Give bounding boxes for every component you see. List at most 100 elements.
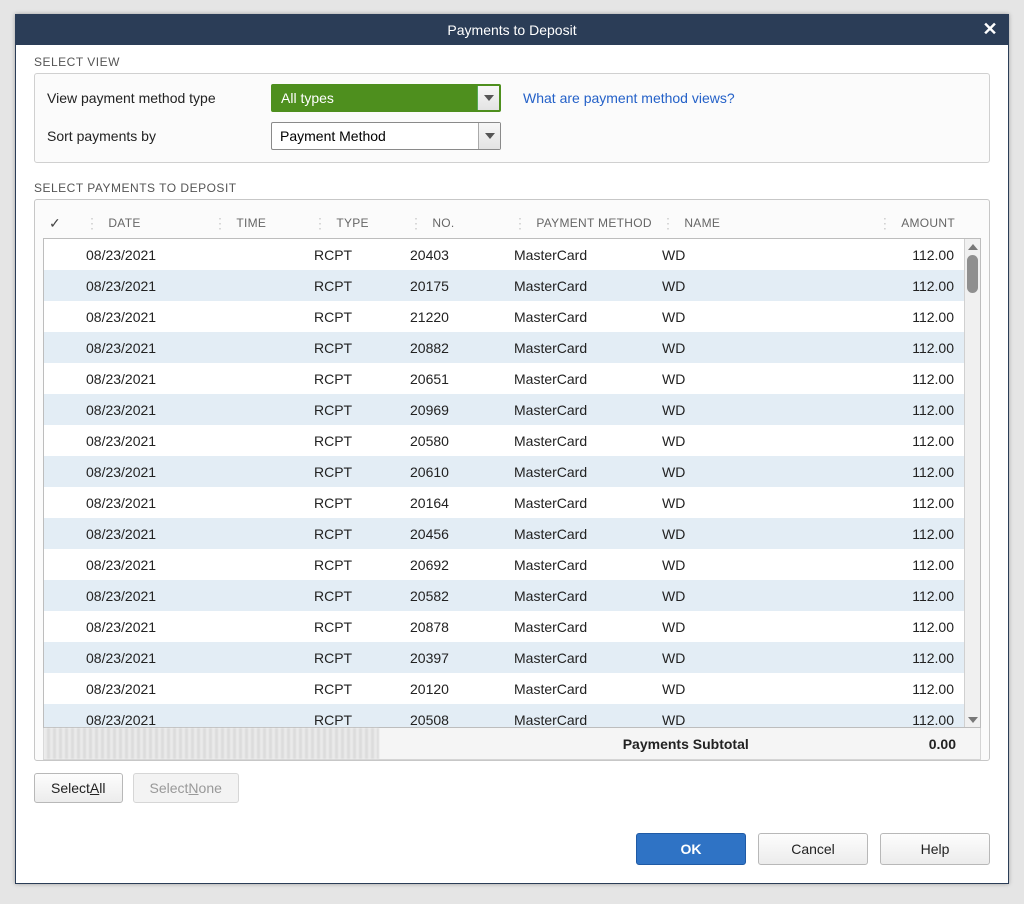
col-time[interactable]: ⋮TIME	[213, 215, 313, 232]
row-payment-method: MasterCard	[514, 309, 662, 325]
scroll-thumb[interactable]	[967, 255, 978, 293]
table-row[interactable]: 08/23/2021RCPT20878MasterCardWD112.00	[44, 611, 980, 642]
view-method-row: View payment method type All types What …	[47, 84, 977, 112]
row-no: 20456	[410, 526, 514, 542]
row-amount: 112.00	[836, 464, 964, 480]
table-row[interactable]: 08/23/2021RCPT20456MasterCardWD112.00	[44, 518, 980, 549]
col-date[interactable]: ⋮DATE	[85, 215, 213, 232]
table-row[interactable]: 08/23/2021RCPT20580MasterCardWD112.00	[44, 425, 980, 456]
row-type: RCPT	[314, 464, 410, 480]
payments-table-body[interactable]: 08/23/2021RCPT20403MasterCardWD112.0008/…	[44, 239, 980, 727]
row-amount: 112.00	[836, 650, 964, 666]
payments-section: SELECT PAYMENTS TO DEPOSIT ✓ ⋮DATE ⋮TIME…	[34, 181, 990, 819]
row-no: 20580	[410, 433, 514, 449]
chevron-up-icon	[968, 244, 978, 250]
sort-row: Sort payments by Payment Method	[47, 122, 977, 150]
table-row[interactable]: 08/23/2021RCPT20610MasterCardWD112.00	[44, 456, 980, 487]
select-all-button[interactable]: Select All	[34, 773, 123, 803]
row-name: WD	[662, 712, 836, 728]
col-payment-method[interactable]: ⋮PAYMENT METHOD	[513, 215, 661, 232]
row-payment-method: MasterCard	[514, 526, 662, 542]
view-method-dropdown[interactable]: All types	[271, 84, 501, 112]
row-name: WD	[662, 278, 836, 294]
dialog-content: SELECT VIEW View payment method type All…	[16, 45, 1008, 819]
ok-button[interactable]: OK	[636, 833, 746, 865]
row-date: 08/23/2021	[86, 526, 214, 542]
row-name: WD	[662, 650, 836, 666]
col-name[interactable]: ⋮NAME	[661, 215, 835, 232]
row-payment-method: MasterCard	[514, 247, 662, 263]
table-row[interactable]: 08/23/2021RCPT20175MasterCardWD112.00	[44, 270, 980, 301]
row-payment-method: MasterCard	[514, 402, 662, 418]
table-row[interactable]: 08/23/2021RCPT20403MasterCardWD112.00	[44, 239, 980, 270]
select-payments-label: SELECT PAYMENTS TO DEPOSIT	[34, 181, 990, 195]
row-type: RCPT	[314, 278, 410, 294]
row-name: WD	[662, 309, 836, 325]
help-button[interactable]: Help	[880, 833, 990, 865]
table-row[interactable]: 08/23/2021RCPT21220MasterCardWD112.00	[44, 301, 980, 332]
scroll-down-button[interactable]	[965, 712, 980, 727]
row-type: RCPT	[314, 309, 410, 325]
payment-method-views-link[interactable]: What are payment method views?	[523, 90, 735, 106]
row-date: 08/23/2021	[86, 402, 214, 418]
row-type: RCPT	[314, 402, 410, 418]
row-payment-method: MasterCard	[514, 681, 662, 697]
row-no: 20164	[410, 495, 514, 511]
row-no: 20508	[410, 712, 514, 728]
col-no[interactable]: ⋮NO.	[409, 215, 513, 232]
col-type[interactable]: ⋮TYPE	[313, 215, 409, 232]
table-row[interactable]: 08/23/2021RCPT20651MasterCardWD112.00	[44, 363, 980, 394]
row-amount: 112.00	[836, 681, 964, 697]
row-type: RCPT	[314, 371, 410, 387]
table-row[interactable]: 08/23/2021RCPT20508MasterCardWD112.00	[44, 704, 980, 727]
close-button[interactable]: ✕	[980, 19, 1000, 39]
col-amount[interactable]: ⋮AMOUNT	[835, 215, 981, 232]
row-date: 08/23/2021	[86, 619, 214, 635]
row-date: 08/23/2021	[86, 588, 214, 604]
row-type: RCPT	[314, 588, 410, 604]
table-row[interactable]: 08/23/2021RCPT20164MasterCardWD112.00	[44, 487, 980, 518]
view-method-label: View payment method type	[47, 90, 257, 106]
sort-dropdown[interactable]: Payment Method	[271, 122, 501, 150]
chevron-down-icon	[968, 717, 978, 723]
row-type: RCPT	[314, 495, 410, 511]
row-type: RCPT	[314, 433, 410, 449]
table-row[interactable]: 08/23/2021RCPT20882MasterCardWD112.00	[44, 332, 980, 363]
table-row[interactable]: 08/23/2021RCPT20582MasterCardWD112.00	[44, 580, 980, 611]
cancel-button[interactable]: Cancel	[758, 833, 868, 865]
payments-to-deposit-dialog: Payments to Deposit ✕ SELECT VIEW View p…	[15, 14, 1009, 884]
select-none-button[interactable]: Select None	[133, 773, 239, 803]
row-name: WD	[662, 433, 836, 449]
row-payment-method: MasterCard	[514, 712, 662, 728]
row-name: WD	[662, 402, 836, 418]
row-amount: 112.00	[836, 309, 964, 325]
vertical-scrollbar[interactable]	[964, 239, 980, 727]
row-name: WD	[662, 557, 836, 573]
table-row[interactable]: 08/23/2021RCPT20397MasterCardWD112.00	[44, 642, 980, 673]
dialog-footer: OK Cancel Help	[16, 819, 1008, 883]
row-date: 08/23/2021	[86, 712, 214, 728]
row-date: 08/23/2021	[86, 371, 214, 387]
row-amount: 112.00	[836, 557, 964, 573]
row-name: WD	[662, 247, 836, 263]
row-date: 08/23/2021	[86, 464, 214, 480]
row-payment-method: MasterCard	[514, 588, 662, 604]
row-date: 08/23/2021	[86, 650, 214, 666]
scroll-up-button[interactable]	[965, 239, 980, 254]
table-row[interactable]: 08/23/2021RCPT20692MasterCardWD112.00	[44, 549, 980, 580]
subtotal-value: 0.00	[929, 736, 956, 752]
subtotal-label: Payments Subtotal	[623, 736, 749, 752]
subtotal-redacted	[44, 728, 379, 759]
col-check[interactable]: ✓	[49, 215, 85, 232]
row-no: 20175	[410, 278, 514, 294]
row-type: RCPT	[314, 247, 410, 263]
table-row[interactable]: 08/23/2021RCPT20969MasterCardWD112.00	[44, 394, 980, 425]
row-no: 20692	[410, 557, 514, 573]
table-row[interactable]: 08/23/2021RCPT20120MasterCardWD112.00	[44, 673, 980, 704]
row-date: 08/23/2021	[86, 309, 214, 325]
sort-value: Payment Method	[280, 128, 386, 144]
payments-table-body-wrapper: 08/23/2021RCPT20403MasterCardWD112.0008/…	[43, 238, 981, 728]
row-name: WD	[662, 619, 836, 635]
row-amount: 112.00	[836, 526, 964, 542]
row-type: RCPT	[314, 340, 410, 356]
